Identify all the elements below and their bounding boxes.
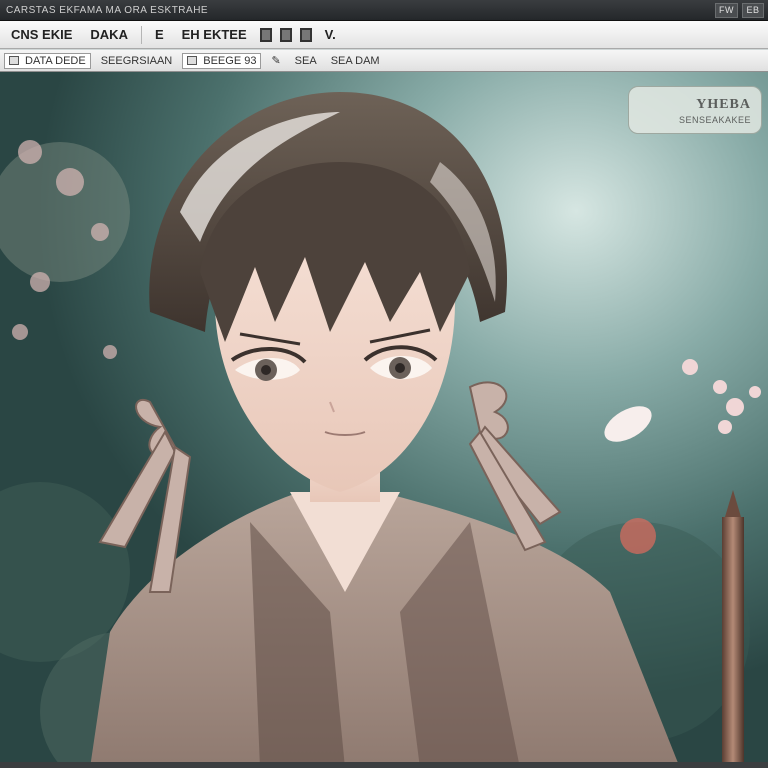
title-bar: CARSTAS EKFAMA MA ORA ESKTRAHE FW EB [0,0,768,21]
app-window: CARSTAS EKFAMA MA ORA ESKTRAHE FW EB CNS… [0,0,768,768]
watermark-badge: YHEBA SENSEAKAKEE [628,86,762,134]
badge-line-2: SENSEAKAKEE [678,115,751,125]
toolbar-tool-2[interactable]: DAKA [85,25,133,44]
toolbar-divider [140,25,142,44]
options-field-1[interactable]: DATA DEDE [4,52,91,69]
swatch-icon [187,56,198,65]
options-field-3-label: BEEGE 93 [203,54,257,67]
options-item-1[interactable]: SEA [291,55,321,67]
status-bar [0,762,768,768]
options-field-1-label: DATA DEDE [25,54,86,67]
document-icon [9,56,19,65]
options-item-2[interactable]: SEA DAM [327,55,384,67]
brush-icon[interactable]: ✎ [267,54,284,67]
artwork [0,72,768,768]
main-toolbar: CNS EKIE DAKA E EH EKTEE V. [0,21,768,49]
options-field-2[interactable]: SEEGRSIAAN [97,55,177,67]
frame-icon[interactable] [259,27,272,42]
ornamental-pole [722,517,744,767]
title-bar-buttons: FW EB [715,3,764,18]
options-bar: DATA DEDE SEEGRSIAAN BEEGE 93 ✎ SEA SEA … [0,50,768,72]
window-title: CARSTAS EKFAMA MA ORA ESKTRAHE [6,4,209,16]
red-flower-blur [620,518,656,554]
toolbar-tool-5[interactable]: V. [320,25,341,44]
image-canvas[interactable]: YHEBA SENSEAKAKEE [0,72,768,768]
toolbar-tool-4[interactable]: EH EKTEE [177,25,252,44]
toolbar-tool-1[interactable]: CNS EKIE [6,25,77,44]
toolbar-tool-3[interactable]: E [150,25,169,44]
window-button-2[interactable]: EB [742,3,764,18]
window-button-1[interactable]: FW [715,3,738,18]
panel-icon[interactable] [299,27,312,42]
options-field-3[interactable]: BEEGE 93 [182,52,262,69]
layer-icon[interactable] [279,27,292,42]
badge-line-1: YHEBA [696,97,751,112]
